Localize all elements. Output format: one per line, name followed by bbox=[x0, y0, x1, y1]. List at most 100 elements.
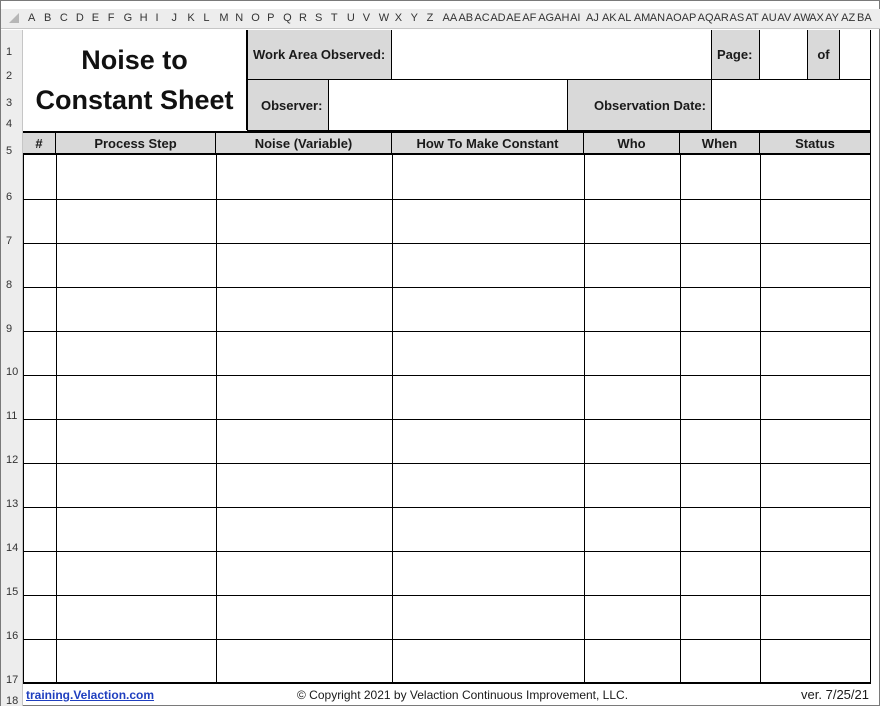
column-letter-aw[interactable]: AW bbox=[793, 12, 810, 24]
table-row-divider bbox=[23, 375, 871, 376]
column-letter-as[interactable]: AS bbox=[730, 12, 745, 24]
row-number-8[interactable]: 8 bbox=[6, 279, 12, 291]
table-row-divider bbox=[23, 551, 871, 552]
column-letter-ag[interactable]: AG bbox=[538, 12, 554, 24]
column-letter-o[interactable]: O bbox=[251, 12, 260, 24]
row-number-18[interactable]: 18 bbox=[6, 695, 18, 706]
column-letter-z[interactable]: Z bbox=[427, 12, 434, 24]
row-number-13[interactable]: 13 bbox=[6, 498, 18, 510]
row-number-9[interactable]: 9 bbox=[6, 323, 12, 335]
column-letter-ax[interactable]: AX bbox=[809, 12, 824, 24]
observation-date-field[interactable] bbox=[711, 79, 871, 131]
column-letter-l[interactable]: L bbox=[203, 12, 209, 24]
column-header-how-to-make-constant: How To Make Constant bbox=[392, 131, 584, 155]
column-header-when: When bbox=[680, 131, 760, 155]
column-letter-aj[interactable]: AJ bbox=[586, 12, 599, 24]
column-letter-d[interactable]: D bbox=[76, 12, 84, 24]
column-letter-au[interactable]: AU bbox=[761, 12, 776, 24]
row-number-3[interactable]: 3 bbox=[6, 97, 12, 109]
column-letter-ac[interactable]: AC bbox=[474, 12, 489, 24]
observer-label: Observer: bbox=[247, 79, 329, 131]
row-number-1[interactable]: 1 bbox=[6, 46, 12, 58]
column-letter-s[interactable]: S bbox=[315, 12, 322, 24]
footer-website-link[interactable]: training.Velaction.com bbox=[26, 688, 154, 702]
work-area-field[interactable] bbox=[391, 30, 712, 80]
table-row-divider bbox=[23, 639, 871, 640]
column-letter-ae[interactable]: AE bbox=[506, 12, 521, 24]
work-area-label: Work Area Observed: bbox=[247, 30, 392, 80]
footer-version: ver. 7/25/21 bbox=[801, 687, 869, 702]
row-number-6[interactable]: 6 bbox=[6, 191, 12, 203]
row-number-10[interactable]: 10 bbox=[6, 366, 18, 378]
column-letter-b[interactable]: B bbox=[44, 12, 51, 24]
of-label: of bbox=[807, 30, 840, 80]
column-letter-i[interactable]: I bbox=[156, 12, 159, 24]
column-letter-q[interactable]: Q bbox=[283, 12, 292, 24]
column-letter-h[interactable]: H bbox=[140, 12, 148, 24]
column-letter-ak[interactable]: AK bbox=[602, 12, 617, 24]
column-header-status: Status bbox=[760, 131, 871, 155]
row-number-7[interactable]: 7 bbox=[6, 235, 12, 247]
column-letter-am[interactable]: AM bbox=[634, 12, 651, 24]
column-letter-k[interactable]: K bbox=[187, 12, 194, 24]
column-letter-t[interactable]: T bbox=[331, 12, 338, 24]
column-letter-m[interactable]: M bbox=[219, 12, 228, 24]
row-number-12[interactable]: 12 bbox=[6, 454, 18, 466]
column-letter-w[interactable]: W bbox=[379, 12, 389, 24]
table-row-divider bbox=[23, 682, 871, 684]
page-number-field[interactable] bbox=[759, 30, 808, 80]
column-letter-ab[interactable]: AB bbox=[458, 12, 473, 24]
table-row-divider bbox=[23, 243, 871, 244]
column-letter-u[interactable]: U bbox=[347, 12, 355, 24]
column-letter-at[interactable]: AT bbox=[745, 12, 758, 24]
row-number-14[interactable]: 14 bbox=[6, 542, 18, 554]
column-header-who: Who bbox=[584, 131, 680, 155]
column-letter-az[interactable]: AZ bbox=[841, 12, 855, 24]
row-number-5[interactable]: 5 bbox=[6, 145, 12, 157]
column-letter-ap[interactable]: AP bbox=[682, 12, 697, 24]
column-letter-af[interactable]: AF bbox=[522, 12, 536, 24]
column-letter-ay[interactable]: AY bbox=[825, 12, 839, 24]
row-number-17[interactable]: 17 bbox=[6, 674, 18, 686]
column-letter-j[interactable]: J bbox=[171, 12, 177, 24]
row-number-4[interactable]: 4 bbox=[6, 118, 12, 130]
column-letter-n[interactable]: N bbox=[235, 12, 243, 24]
column-letter-y[interactable]: Y bbox=[411, 12, 418, 24]
column-letter-av[interactable]: AV bbox=[777, 12, 791, 24]
row-number-16[interactable]: 16 bbox=[6, 630, 18, 642]
column-letter-aa[interactable]: AA bbox=[443, 12, 458, 24]
column-letter-aq[interactable]: AQ bbox=[698, 12, 714, 24]
column-letter-ar[interactable]: AR bbox=[714, 12, 729, 24]
sheet-title: Noise to Constant Sheet bbox=[23, 30, 247, 130]
column-letter-x[interactable]: X bbox=[395, 12, 402, 24]
column-letter-g[interactable]: G bbox=[124, 12, 133, 24]
sheet-footer: training.Velaction.com © Copyright 2021 … bbox=[23, 684, 871, 706]
row-number-15[interactable]: 15 bbox=[6, 586, 18, 598]
row-number-2[interactable]: 2 bbox=[6, 70, 12, 82]
column-letter-ai[interactable]: AI bbox=[570, 12, 580, 24]
table-row-divider bbox=[23, 287, 871, 288]
column-letter-p[interactable]: P bbox=[267, 12, 274, 24]
column-letter-ad[interactable]: AD bbox=[490, 12, 505, 24]
column-letter-ah[interactable]: AH bbox=[554, 12, 569, 24]
observer-field[interactable] bbox=[328, 79, 568, 131]
column-letter-an[interactable]: AN bbox=[650, 12, 665, 24]
total-pages-field[interactable] bbox=[839, 30, 871, 80]
column-header-number: # bbox=[23, 131, 56, 155]
column-letter-ao[interactable]: AO bbox=[666, 12, 682, 24]
observation-date-label: Observation Date: bbox=[567, 79, 712, 131]
column-letter-e[interactable]: E bbox=[92, 12, 99, 24]
page-label: Page: bbox=[711, 30, 760, 80]
column-letter-f[interactable]: F bbox=[108, 12, 115, 24]
select-all-corner[interactable] bbox=[9, 13, 19, 23]
worksheet: Noise to Constant Sheet Work Area Observ… bbox=[23, 30, 871, 706]
table-row-divider bbox=[23, 595, 871, 596]
column-letter-al[interactable]: AL bbox=[618, 12, 631, 24]
row-number-11[interactable]: 11 bbox=[6, 410, 17, 422]
column-letter-v[interactable]: V bbox=[363, 12, 370, 24]
column-letter-a[interactable]: A bbox=[28, 12, 35, 24]
column-header-noise: Noise (Variable) bbox=[216, 131, 392, 155]
column-letter-r[interactable]: R bbox=[299, 12, 307, 24]
column-letter-ba[interactable]: BA bbox=[857, 12, 872, 24]
column-letter-c[interactable]: C bbox=[60, 12, 68, 24]
